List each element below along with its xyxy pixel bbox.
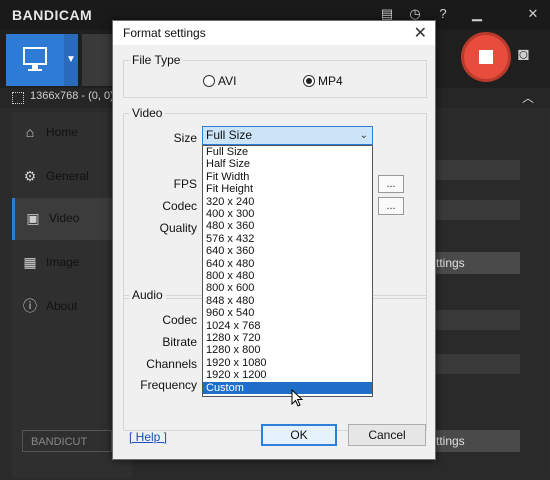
help-link[interactable]: [ Help ] [129, 430, 167, 444]
dialog-title: Format settings [123, 26, 206, 40]
clock-icon[interactable]: ◷ [408, 7, 422, 21]
sidebar-item-label: About [46, 299, 78, 313]
audio-label: Audio [129, 288, 166, 302]
bitrate-label: Bitrate [162, 335, 197, 349]
screen-record-mode-button[interactable] [6, 34, 64, 86]
audio-codec-label: Codec [162, 313, 197, 327]
size-option[interactable]: 848 x 480 [203, 295, 372, 307]
mouse-cursor-icon [291, 389, 303, 407]
size-select[interactable]: Full Size ⌄ [202, 126, 373, 145]
bg-field [436, 200, 520, 220]
size-option[interactable]: 320 x 240 [203, 196, 372, 208]
stop-icon [479, 50, 493, 64]
sidebar-item-label: Video [49, 211, 80, 225]
size-option[interactable]: 400 x 300 [203, 208, 372, 220]
game-record-mode-button[interactable] [82, 34, 112, 86]
size-dropdown-list: Full Size Half Size Fit Width Fit Height 320… [202, 145, 373, 397]
size-option[interactable]: Half Size [203, 158, 372, 170]
button-label: ttings [436, 434, 465, 448]
size-option[interactable]: 640 x 480 [203, 258, 372, 270]
video-settings-icon: ▣ [26, 210, 40, 226]
sidebar-item-label: Image [46, 255, 80, 269]
size-option[interactable]: 960 x 540 [203, 307, 372, 319]
size-option[interactable]: 576 x 432 [203, 233, 372, 245]
fps-label: FPS [173, 177, 197, 191]
home-icon: ⌂ [25, 124, 35, 140]
bg-field [436, 160, 520, 180]
chevron-up-icon[interactable]: ︿ [522, 89, 534, 106]
size-option[interactable]: 800 x 600 [203, 282, 372, 294]
app-brand: BANDICAM [12, 7, 93, 23]
size-option[interactable]: 640 x 360 [203, 245, 372, 257]
folder-icon[interactable]: ▤ [380, 7, 394, 21]
resolution-text: 1366x768 - (0, 0), [30, 90, 117, 102]
bg-settings-button[interactable]: ttings [436, 252, 520, 274]
size-option[interactable]: 1920 x 1200 [203, 369, 372, 381]
size-label: Size [173, 131, 197, 145]
bg-settings-button[interactable]: ttings [436, 430, 520, 452]
size-option[interactable]: 1920 x 1080 [203, 357, 372, 369]
size-option[interactable]: Full Size [203, 146, 372, 158]
size-option[interactable]: Custom [203, 381, 372, 394]
sidebar-item-label: Home [46, 125, 79, 139]
channels-label: Channels [146, 357, 197, 371]
size-option[interactable]: Fit Height [203, 183, 372, 195]
size-option[interactable]: 480 x 360 [203, 220, 372, 232]
radio-avi-label[interactable]: AVI [218, 74, 236, 88]
format-settings-dialog: Format settings ✕ File Type AVI MP4 Vide… [112, 20, 436, 460]
file-type-label: File Type [129, 53, 184, 67]
size-option[interactable]: Fit Width [203, 171, 372, 183]
size-option[interactable]: 1280 x 720 [203, 332, 372, 344]
codec-label: Codec [162, 199, 197, 213]
record-button[interactable] [461, 32, 511, 82]
monitor-icon [23, 47, 47, 71]
gear-icon: ⚙ [23, 168, 37, 184]
chevron-down-icon: ⌄ [359, 130, 368, 141]
quality-label: Quality [159, 221, 197, 235]
ok-button[interactable]: OK [261, 424, 337, 446]
region-icon [12, 92, 24, 104]
info-icon: ⓘ [23, 298, 37, 314]
minimize-icon[interactable]: ▁ [470, 7, 484, 21]
frequency-label: Frequency [140, 378, 197, 392]
close-icon[interactable]: ✕ [414, 23, 427, 43]
chevron-down-icon[interactable]: ▼ [64, 34, 78, 86]
video-label: Video [129, 106, 166, 120]
size-select-value: Full Size [206, 128, 253, 142]
bg-field [436, 354, 520, 374]
size-option[interactable]: 1024 x 768 [203, 320, 372, 332]
radio-mp4-label[interactable]: MP4 [318, 74, 343, 88]
cancel-button[interactable]: Cancel [348, 424, 426, 446]
bandicut-button[interactable]: BANDICUT [22, 430, 112, 452]
size-option[interactable]: 1280 x 800 [203, 344, 372, 356]
button-label: ttings [436, 256, 465, 270]
fps-more-button[interactable]: ... [378, 175, 404, 193]
close-window-icon[interactable]: ✕ [526, 7, 540, 21]
sidebar-item-label: General [46, 169, 89, 183]
radio-mp4[interactable] [303, 75, 315, 87]
help-icon[interactable]: ? [436, 7, 450, 21]
radio-avi[interactable] [203, 75, 215, 87]
image-icon: ▦ [23, 254, 37, 270]
codec-more-button[interactable]: ... [378, 197, 404, 215]
size-option[interactable]: 800 x 480 [203, 270, 372, 282]
camera-icon[interactable]: ◙ [518, 45, 540, 63]
bg-field [436, 310, 520, 330]
